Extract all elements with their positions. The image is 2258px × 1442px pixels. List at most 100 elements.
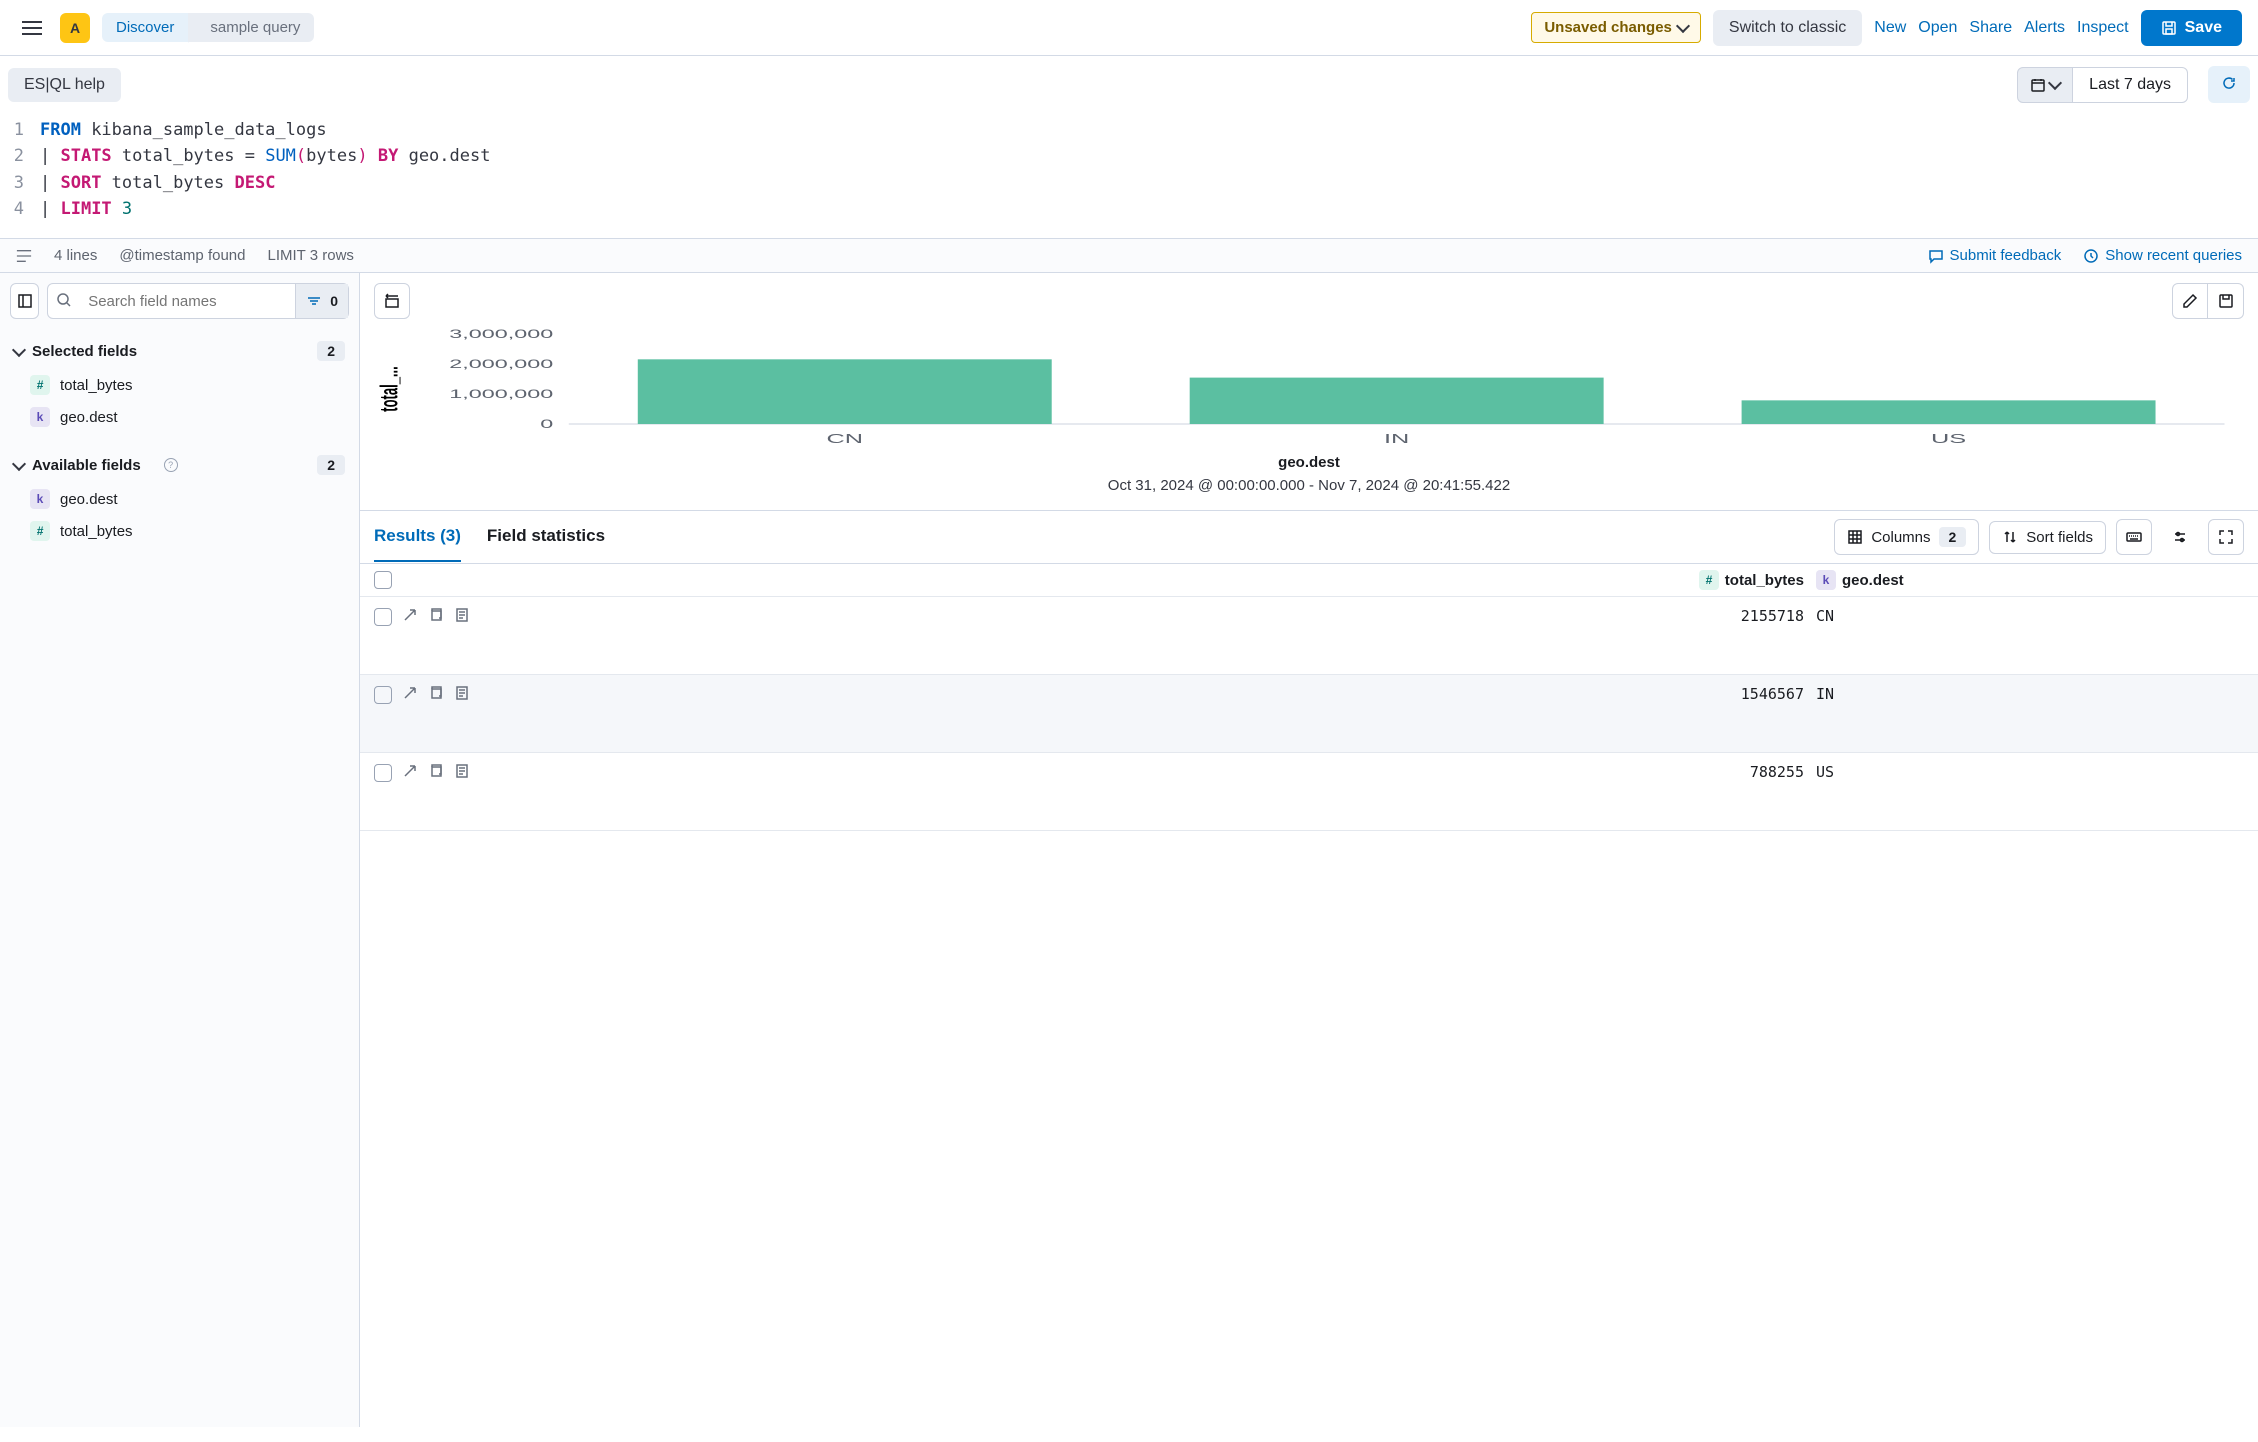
field-item[interactable]: kgeo.dest: [10, 401, 349, 433]
unsaved-changes-badge[interactable]: Unsaved changes: [1531, 12, 1701, 43]
field-item[interactable]: #total_bytes: [10, 369, 349, 401]
save-viz-button[interactable]: [2208, 283, 2244, 319]
filter-icon: [306, 293, 322, 309]
recent-queries-link[interactable]: Show recent queries: [2083, 247, 2242, 264]
breadcrumb-discover[interactable]: Discover: [102, 13, 188, 42]
main-layout: 0 Selected fields 2 #total_byteskgeo.des…: [0, 273, 2258, 1427]
nav-new[interactable]: New: [1874, 19, 1906, 37]
cell-total-bytes: 788255: [494, 763, 1804, 781]
doc-row-icon[interactable]: [454, 607, 470, 626]
menu-toggle-button[interactable]: [16, 21, 48, 35]
save-button[interactable]: Save: [2141, 10, 2242, 46]
selected-fields-header[interactable]: Selected fields 2: [10, 333, 349, 369]
save-label: Save: [2185, 19, 2222, 37]
code-line[interactable]: FROM kibana_sample_data_logs: [40, 117, 2258, 143]
columns-button[interactable]: Columns 2: [1834, 519, 1979, 555]
col-header-total-bytes[interactable]: # total_bytes: [494, 570, 1804, 590]
refresh-button[interactable]: [2208, 66, 2250, 103]
pencil-icon: [2182, 293, 2198, 309]
field-filter-button[interactable]: 0: [295, 284, 348, 318]
row-checkbox[interactable]: [374, 686, 392, 704]
keyword-type-icon: k: [1816, 570, 1836, 590]
results-tabs: Results (3) Field statistics Columns 2 S…: [360, 510, 2258, 564]
cell-geo-dest: IN: [1804, 685, 2244, 703]
field-search-wrap: 0: [47, 283, 349, 319]
query-toolbar: ES|QL help Last 7 days: [0, 56, 2258, 113]
nav-open[interactable]: Open: [1918, 19, 1957, 37]
sort-fields-button[interactable]: Sort fields: [1989, 521, 2106, 554]
doc-row-icon[interactable]: [454, 685, 470, 704]
row-checkbox[interactable]: [374, 608, 392, 626]
bar[interactable]: [638, 360, 1052, 425]
filter-count: 0: [330, 293, 338, 309]
unsaved-label: Unsaved changes: [1544, 19, 1672, 36]
info-icon[interactable]: ?: [164, 458, 178, 472]
bar-chart-svg: total_...3,000,0002,000,0001,000,0000CNI…: [374, 329, 2244, 449]
breadcrumb-current: sample query: [188, 13, 314, 42]
date-picker: Last 7 days: [2017, 67, 2188, 103]
nav-alerts[interactable]: Alerts: [2024, 19, 2065, 37]
cell-geo-dest: CN: [1804, 607, 2244, 625]
field-item[interactable]: #total_bytes: [10, 515, 349, 547]
line-number: 2: [0, 143, 40, 169]
expand-row-icon[interactable]: [402, 607, 418, 626]
col-header-geo-dest[interactable]: k geo.dest: [1804, 570, 2244, 590]
nav-share[interactable]: Share: [1969, 19, 2012, 37]
keyboard-shortcuts-button[interactable]: [2116, 519, 2152, 555]
expand-row-icon[interactable]: [402, 685, 418, 704]
display-options-button[interactable]: [2162, 519, 2198, 555]
svg-text:US: US: [1931, 432, 1966, 446]
app-header: A Discover sample query Unsaved changes …: [0, 0, 2258, 56]
tab-results[interactable]: Results (3): [374, 512, 461, 562]
sliders-icon: [2172, 529, 2188, 545]
space-avatar[interactable]: A: [60, 13, 90, 43]
chevron-down-icon: [12, 343, 26, 357]
submit-feedback-link[interactable]: Submit feedback: [1928, 247, 2062, 264]
available-fields-header[interactable]: Available fields ? 2: [10, 447, 349, 483]
tab-field-statistics[interactable]: Field statistics: [487, 512, 605, 562]
doc-row-icon[interactable]: [454, 763, 470, 782]
code-line[interactable]: | LIMIT 3: [40, 196, 2258, 222]
date-range-label[interactable]: Last 7 days: [2073, 67, 2188, 103]
code-line[interactable]: | STATS total_bytes = SUM(bytes) BY geo.…: [40, 143, 2258, 169]
toggle-chart-button[interactable]: [374, 283, 410, 319]
bar[interactable]: [1742, 401, 2156, 425]
field-name: total_bytes: [60, 523, 133, 540]
toggle-sidebar-button[interactable]: [10, 283, 39, 319]
chevron-down-icon: [12, 457, 26, 471]
fullscreen-button[interactable]: [2208, 519, 2244, 555]
keyword-type-icon: k: [30, 407, 50, 427]
fullscreen-icon: [2218, 529, 2234, 545]
expand-row-icon[interactable]: [402, 763, 418, 782]
svg-text:1,000,000: 1,000,000: [449, 387, 553, 401]
table-row: 788255US: [360, 753, 2258, 831]
selected-fields-count: 2: [317, 341, 345, 361]
copy-row-icon[interactable]: [428, 763, 444, 782]
copy-row-icon[interactable]: [428, 607, 444, 626]
number-type-icon: #: [30, 375, 50, 395]
esql-help-button[interactable]: ES|QL help: [8, 68, 121, 102]
editor-status-bar: 4 lines @timestamp found LIMIT 3 rows Su…: [0, 239, 2258, 273]
calendar-icon: [2030, 77, 2046, 93]
cell-total-bytes: 1546567: [494, 685, 1804, 703]
expand-icon[interactable]: [16, 248, 32, 264]
breadcrumb: Discover sample query: [102, 13, 314, 42]
cell-geo-dest: US: [1804, 763, 2244, 781]
select-all-checkbox[interactable]: [374, 571, 392, 589]
available-fields-label: Available fields: [32, 457, 156, 474]
nav-inspect[interactable]: Inspect: [2077, 19, 2129, 37]
code-line[interactable]: | SORT total_bytes DESC: [40, 170, 2258, 196]
bar[interactable]: [1190, 378, 1604, 424]
field-search-input[interactable]: [80, 293, 295, 310]
switch-classic-button[interactable]: Switch to classic: [1713, 10, 1862, 46]
date-quick-button[interactable]: [2017, 67, 2073, 103]
copy-row-icon[interactable]: [428, 685, 444, 704]
cell-total-bytes: 2155718: [494, 607, 1804, 625]
table-row: 1546567IN: [360, 675, 2258, 753]
esql-editor[interactable]: 1FROM kibana_sample_data_logs2| STATS to…: [0, 113, 2258, 239]
field-item[interactable]: kgeo.dest: [10, 483, 349, 515]
chevron-down-icon: [1676, 19, 1690, 33]
svg-text:3,000,000: 3,000,000: [449, 329, 553, 341]
row-checkbox[interactable]: [374, 764, 392, 782]
edit-viz-button[interactable]: [2172, 283, 2208, 319]
